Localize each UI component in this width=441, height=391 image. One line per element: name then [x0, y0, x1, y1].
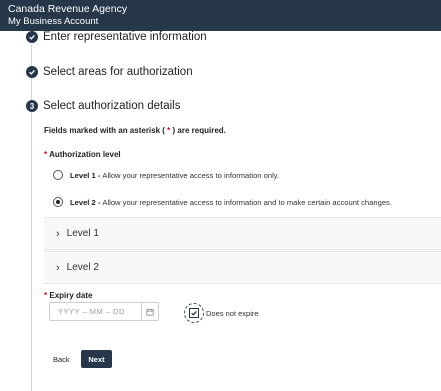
radio-button[interactable]: [53, 170, 63, 180]
step-select-areas[interactable]: Select areas for authorization: [26, 66, 193, 78]
authorization-level-label: * Authorization level: [44, 150, 121, 159]
step-progress-line: [31, 44, 32, 391]
required-fields-note: Fields marked with an asterisk ( * ) are…: [44, 126, 226, 135]
expiry-date-text: Expiry date: [49, 291, 93, 300]
step-title: Enter representative information: [43, 31, 207, 43]
agency-name: Canada Revenue Agency: [8, 3, 128, 15]
option-title: Level 1 -: [70, 170, 101, 180]
app-header: Canada Revenue Agency My Business Accoun…: [0, 0, 441, 31]
step-enter-representative[interactable]: Enter representative information: [26, 31, 207, 43]
step-authorization-details: 3 Select authorization details: [26, 100, 180, 112]
required-star: *: [44, 150, 48, 159]
option-description: Allow your representative access to info…: [102, 197, 392, 207]
check-icon: [26, 66, 38, 78]
required-star: *: [44, 291, 48, 300]
step-title: Select authorization details: [43, 100, 181, 112]
focus-ring: [184, 303, 204, 323]
expiry-date-label: * Expiry date: [44, 291, 93, 300]
radio-level-2[interactable]: Level 2 - Allow your representative acce…: [53, 197, 392, 207]
radio-level-1[interactable]: Level 1 - Allow your representative acce…: [53, 170, 279, 180]
calendar-icon[interactable]: [141, 303, 158, 320]
date-placeholder: YYYY – MM – DD: [58, 307, 125, 316]
accordion-level-2[interactable]: › Level 2: [44, 251, 441, 284]
option-description: Allow your representative access to info…: [102, 170, 280, 180]
back-button[interactable]: Back: [45, 350, 78, 368]
accordion-level-1[interactable]: › Level 1: [44, 217, 441, 250]
next-button[interactable]: Next: [81, 350, 112, 368]
required-note-before: Fields marked with an asterisk (: [44, 126, 165, 135]
authorization-level-text: Authorization level: [49, 150, 121, 159]
expiry-date-input[interactable]: YYYY – MM – DD: [49, 302, 159, 321]
account-name: My Business Account: [8, 16, 99, 27]
accordion-label: Level 2: [66, 262, 99, 273]
option-title: Level 2 -: [70, 197, 101, 207]
required-note-after: ) are required.: [172, 126, 226, 135]
radio-button[interactable]: [53, 197, 63, 207]
does-not-expire-checkbox[interactable]: [189, 308, 199, 318]
step-title: Select areas for authorization: [43, 66, 193, 78]
chevron-right-icon: ›: [56, 261, 60, 274]
required-star: *: [167, 126, 171, 135]
step-number-badge: 3: [26, 100, 38, 112]
accordion-label: Level 1: [66, 228, 99, 239]
does-not-expire-label: Does not expire: [206, 308, 259, 318]
check-icon: [26, 31, 38, 43]
check-icon: [191, 310, 197, 316]
does-not-expire-option[interactable]: Does not expire: [184, 303, 259, 323]
chevron-right-icon: ›: [56, 227, 60, 240]
